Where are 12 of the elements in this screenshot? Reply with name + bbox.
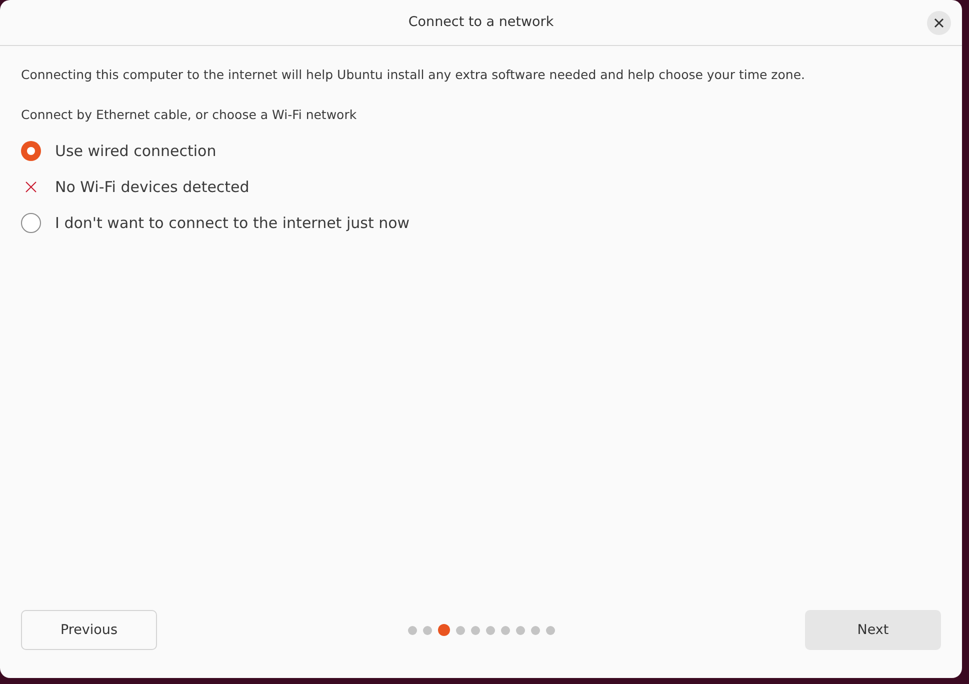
radio-button[interactable] <box>21 213 41 233</box>
option-label[interactable]: Use wired connection <box>55 140 216 162</box>
radio-button[interactable] <box>21 141 41 161</box>
option-label[interactable]: I don't want to connect to the internet just now <box>55 212 410 234</box>
previous-button[interactable]: Previous <box>21 610 157 650</box>
next-button[interactable]: Next <box>805 610 941 650</box>
window-title: Connect to a network <box>408 13 554 32</box>
status-text: No Wi-Fi devices detected <box>55 176 250 198</box>
prompt-text: Connect by Ethernet cable, or choose a Wi-Fi network <box>21 106 358 124</box>
close-button[interactable] <box>927 11 951 35</box>
close-icon <box>934 18 944 28</box>
intro-text: Connecting this computer to the internet will help Ubuntu install any extra software needed and help choose your time zone. <box>21 66 806 84</box>
